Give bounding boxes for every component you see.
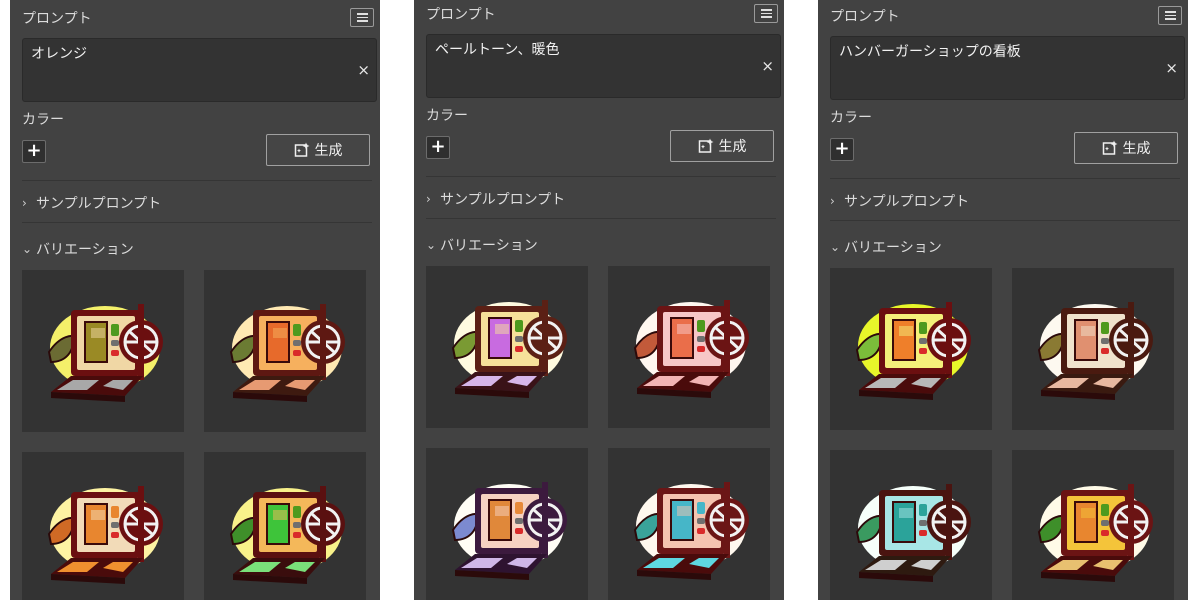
prompt-input[interactable]: ハンバーガーショップの看板 × (830, 36, 1185, 100)
divider (830, 178, 1180, 179)
chevron-down-icon: ⌄ (22, 242, 33, 256)
generate-button-label: 生成 (718, 139, 747, 155)
variations-header[interactable]: ⌄ バリエーション (22, 239, 134, 259)
variation-thumbnail[interactable] (22, 452, 184, 600)
sample-prompts-label: サンプルプロンプト (36, 196, 162, 212)
computer-illustration-icon (633, 482, 749, 580)
divider (426, 218, 776, 219)
divider (22, 180, 372, 181)
generate-color-panel: プロンプト ハンバーガーショップの看板 × カラー + 生成 › サンプルプロン… (818, 0, 1188, 600)
computer-illustration-icon (855, 484, 971, 582)
computer-illustration-icon (229, 304, 345, 402)
chevron-down-icon: ⌄ (426, 238, 437, 252)
computer-illustration-icon (47, 304, 163, 402)
computer-illustration-icon (1037, 484, 1153, 582)
generate-button[interactable]: 生成 (266, 134, 370, 166)
prompt-input-value: オレンジ (31, 46, 87, 62)
computer-illustration-icon (229, 486, 345, 584)
computer-illustration-icon (633, 300, 749, 398)
variation-thumbnail[interactable] (608, 266, 770, 428)
close-icon[interactable]: × (357, 61, 370, 79)
add-color-button[interactable]: + (830, 138, 854, 161)
sparkle-generate-icon (698, 138, 713, 153)
prompt-label: プロンプト (830, 9, 900, 25)
hamburger-menu-icon[interactable] (350, 8, 374, 27)
variations-label: バリエーション (36, 242, 134, 258)
add-color-button[interactable]: + (426, 136, 450, 159)
generate-button-label: 生成 (314, 143, 343, 159)
divider (426, 176, 776, 177)
prompt-label: プロンプト (426, 7, 496, 23)
sample-prompts-header[interactable]: › サンプルプロンプト (22, 193, 161, 213)
variation-thumbnail[interactable] (1012, 268, 1174, 430)
sparkle-generate-icon (1102, 140, 1117, 155)
variations-header[interactable]: ⌄ バリエーション (830, 237, 942, 257)
chevron-right-icon: › (426, 192, 431, 206)
variation-thumbnail[interactable] (608, 448, 770, 600)
variation-thumbnail[interactable] (830, 450, 992, 600)
close-icon[interactable]: × (761, 57, 774, 75)
variation-thumbnail[interactable] (426, 448, 588, 600)
computer-illustration-icon (451, 300, 567, 398)
computer-illustration-icon (855, 302, 971, 400)
variation-thumbnail[interactable] (22, 270, 184, 432)
divider (22, 222, 372, 223)
variation-thumbnail[interactable] (1012, 450, 1174, 600)
generate-color-panel: プロンプト ペールトーン、暖色 × カラー + 生成 › サンプルプロンプト ⌄… (414, 0, 784, 600)
generate-button[interactable]: 生成 (1074, 132, 1178, 164)
close-icon[interactable]: × (1165, 59, 1178, 77)
prompt-input-value: ハンバーガーショップの看板 (839, 44, 1021, 60)
color-label: カラー (426, 108, 468, 124)
prompt-label: プロンプト (22, 11, 92, 27)
variation-thumbnail[interactable] (426, 266, 588, 428)
chevron-right-icon: › (830, 194, 835, 208)
color-label: カラー (830, 110, 872, 126)
sample-prompts-header[interactable]: › サンプルプロンプト (830, 191, 969, 211)
prompt-input[interactable]: ペールトーン、暖色 × (426, 34, 781, 98)
variations-label: バリエーション (440, 238, 538, 254)
hamburger-menu-icon[interactable] (754, 4, 778, 23)
variations-header[interactable]: ⌄ バリエーション (426, 235, 538, 255)
generate-button-label: 生成 (1122, 141, 1151, 157)
variation-thumbnail[interactable] (204, 452, 366, 600)
sparkle-generate-icon (294, 142, 309, 157)
computer-illustration-icon (1037, 302, 1153, 400)
generate-button[interactable]: 生成 (670, 130, 774, 162)
chevron-right-icon: › (22, 196, 27, 210)
variations-label: バリエーション (844, 240, 942, 256)
divider (830, 220, 1180, 221)
sample-prompts-header[interactable]: › サンプルプロンプト (426, 189, 565, 209)
color-label: カラー (22, 112, 64, 128)
variation-thumbnail[interactable] (830, 268, 992, 430)
generate-color-panel: プロンプト オレンジ × カラー + 生成 › サンプルプロンプト ⌄ バリエー… (10, 0, 380, 600)
hamburger-menu-icon[interactable] (1158, 6, 1182, 25)
computer-illustration-icon (451, 482, 567, 580)
sample-prompts-label: サンプルプロンプト (440, 192, 566, 208)
prompt-input[interactable]: オレンジ × (22, 38, 377, 102)
computer-illustration-icon (47, 486, 163, 584)
sample-prompts-label: サンプルプロンプト (844, 194, 970, 210)
variation-thumbnail[interactable] (204, 270, 366, 432)
prompt-input-value: ペールトーン、暖色 (435, 42, 560, 58)
add-color-button[interactable]: + (22, 140, 46, 163)
chevron-down-icon: ⌄ (830, 240, 841, 254)
